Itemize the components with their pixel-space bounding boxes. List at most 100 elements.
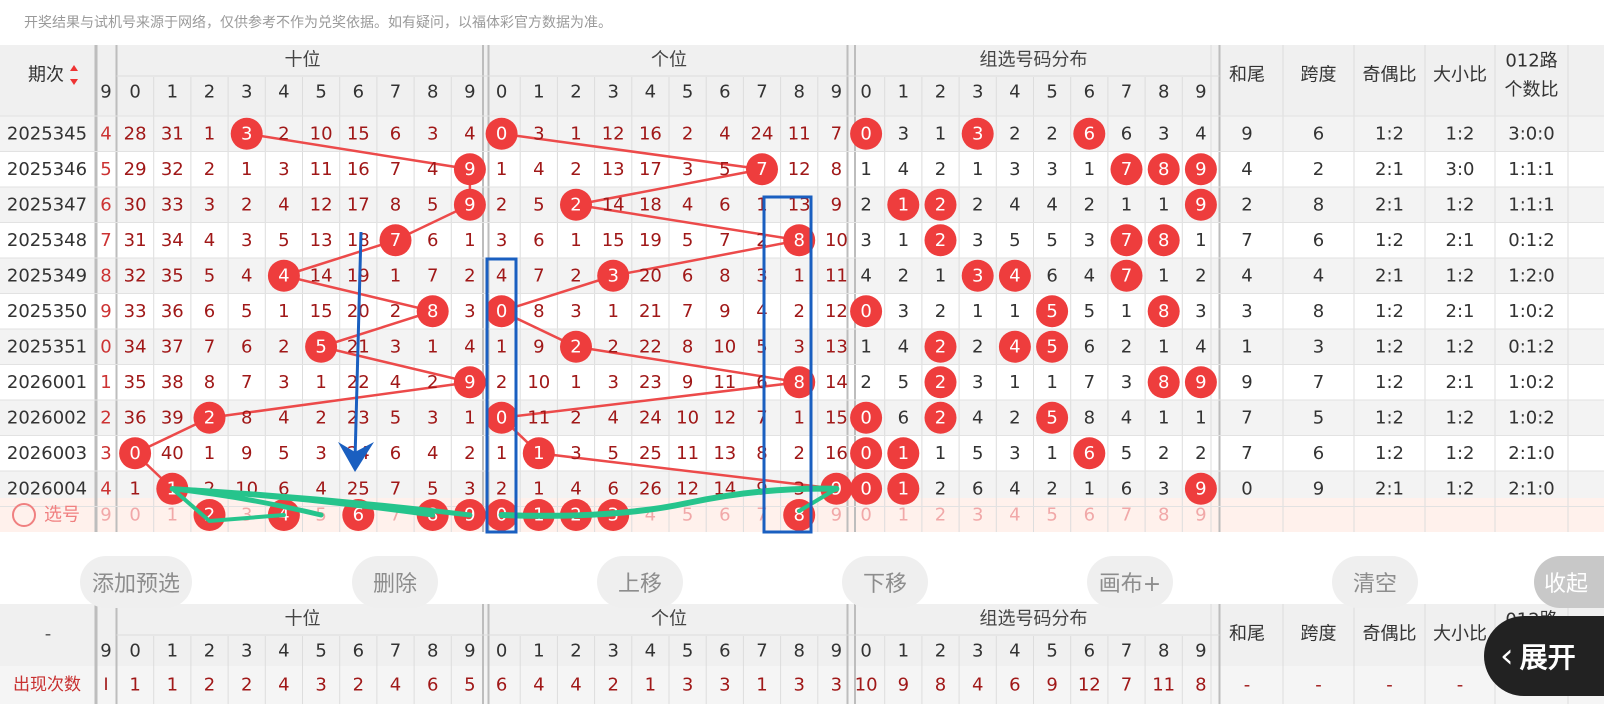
group-select-digit[interactable]: 7 (1121, 505, 1132, 526)
units-cell: 4 (682, 194, 693, 215)
digit-header: 0 (496, 641, 507, 662)
units-select-digit[interactable]: 5 (682, 505, 693, 526)
units-hit-ball-text: 0 (496, 123, 507, 144)
group-select-digit[interactable]: 5 (1046, 505, 1057, 526)
collapse-button[interactable]: 收起 (1534, 556, 1604, 608)
group-select-digit[interactable]: 6 (1084, 505, 1095, 526)
tens-select-digit[interactable]: 3 (241, 505, 252, 526)
move-up-button[interactable]: 上移 (597, 556, 683, 608)
stat-cell: 1:2 (1446, 478, 1475, 499)
tens-select-digit[interactable]: 0 (129, 505, 140, 526)
period-cell: 2025345 (7, 123, 87, 144)
units-cell: 8 (533, 301, 544, 322)
digit-header: 9 (1195, 641, 1206, 662)
units-cell: 5 (682, 230, 693, 251)
tens-hit-ball-text: 9 (464, 159, 475, 180)
digit-header: 3 (241, 641, 252, 662)
summary-group-cell: 9 (898, 675, 909, 696)
group-select-digit[interactable]: 3 (972, 505, 983, 526)
stat-cell: 6 (1313, 230, 1324, 251)
group-select-digit[interactable]: 4 (1009, 505, 1020, 526)
stat-cell: 1:2 (1375, 407, 1404, 428)
tens-cell: 30 (124, 194, 147, 215)
units-cell: 2 (682, 123, 693, 144)
tens-select-digit[interactable]: 1 (167, 505, 178, 526)
group-cell: 2 (972, 194, 983, 215)
group-select-digit[interactable]: 2 (935, 505, 946, 526)
stat-cell: 2:1 (1446, 301, 1475, 322)
add-preselect-button[interactable]: 添加预选 (80, 556, 192, 608)
summary-tens-cell: 2 (241, 675, 252, 696)
units-select-digit[interactable]: 6 (719, 505, 730, 526)
tens-cell: 9 (241, 443, 252, 464)
group-cell: 2 (1084, 194, 1095, 215)
stat-cell: 4 (1241, 159, 1252, 180)
tens-cell: 5 (278, 230, 289, 251)
tens-cell: 12 (310, 194, 333, 215)
summary-units-cell: 1 (756, 675, 767, 696)
group-hit-ball-text: 9 (1195, 478, 1206, 499)
units-cell: 11 (825, 265, 848, 286)
group-hit-ball-text: 8 (1158, 159, 1169, 180)
tens-cell: 4 (427, 159, 438, 180)
tens-hit-ball-text: 7 (390, 230, 401, 251)
tens-cell: 3 (390, 336, 401, 357)
partial-cell: 2 (100, 407, 111, 428)
group-select-digit[interactable]: 1 (898, 505, 909, 526)
units-select-digit[interactable]: 7 (756, 505, 767, 526)
digit-header: 5 (315, 82, 326, 103)
tens-cell: 14 (310, 265, 333, 286)
units-cell: 8 (831, 159, 842, 180)
tens-cell: 35 (124, 372, 147, 393)
group-cell: 6 (898, 407, 909, 428)
tens-cell: 3 (315, 443, 326, 464)
partial-cell: 4 (100, 478, 111, 499)
units-cell: 14 (602, 194, 625, 215)
canvas-plus-button[interactable]: 画布+ (1087, 556, 1173, 608)
units-cell: 24 (639, 407, 662, 428)
stat-cell: 1:2 (1446, 194, 1475, 215)
group-select-digit[interactable]: 9 (1195, 505, 1206, 526)
group-cell: 1 (935, 123, 946, 144)
units-cell: 10 (676, 407, 699, 428)
tens-cell: 7 (427, 265, 438, 286)
select-label: 选号 (44, 505, 80, 526)
tens-cell: 25 (347, 478, 370, 499)
tens-cell: 5 (390, 407, 401, 428)
units-cell: 25 (639, 443, 662, 464)
group-select-digit[interactable]: 0 (860, 505, 871, 526)
chevron-left-icon: ‹ (1500, 636, 1514, 676)
summary-group-cell: 11 (1152, 675, 1175, 696)
digit-header: 2 (935, 82, 946, 103)
group-hit-ball-text: 9 (1195, 194, 1206, 215)
move-down-button[interactable]: 下移 (842, 556, 928, 608)
units-cell: 7 (756, 407, 767, 428)
group-cell: 1 (1195, 407, 1206, 428)
units-cell: 20 (639, 265, 662, 286)
tens-cell: 3 (464, 301, 475, 322)
units-cell: 1 (496, 443, 507, 464)
summary-units-cell: 4 (570, 675, 581, 696)
units-cell: 2 (496, 478, 507, 499)
units-cell: 1 (793, 265, 804, 286)
summary-tens-cell: 6 (427, 675, 438, 696)
digit-header: 6 (353, 82, 364, 103)
clear-button[interactable]: 清空 (1332, 556, 1418, 608)
units-select-digit[interactable]: 9 (831, 505, 842, 526)
expand-button[interactable]: ‹ 展开 (1484, 616, 1604, 696)
group-hit-ball-text: 8 (1158, 230, 1169, 251)
group-select-digit[interactable]: 8 (1158, 505, 1169, 526)
stat-cell: 2:1 (1375, 478, 1404, 499)
units-cell: 12 (825, 301, 848, 322)
group-hit-ball-text: 0 (860, 301, 871, 322)
summary-stat-cell: - (1315, 675, 1322, 696)
group-hit-ball-text: 2 (935, 194, 946, 215)
units-cell: 21 (639, 301, 662, 322)
partial-cell: 4 (100, 123, 111, 144)
delete-button[interactable]: 删除 (352, 556, 438, 608)
digit-header: 8 (793, 641, 804, 662)
units-hit-ball-text: 2 (570, 194, 581, 215)
stat-cell: 3 (1313, 336, 1324, 357)
summary-stat-cell: - (1457, 675, 1464, 696)
select-partial: 9 (100, 505, 111, 526)
